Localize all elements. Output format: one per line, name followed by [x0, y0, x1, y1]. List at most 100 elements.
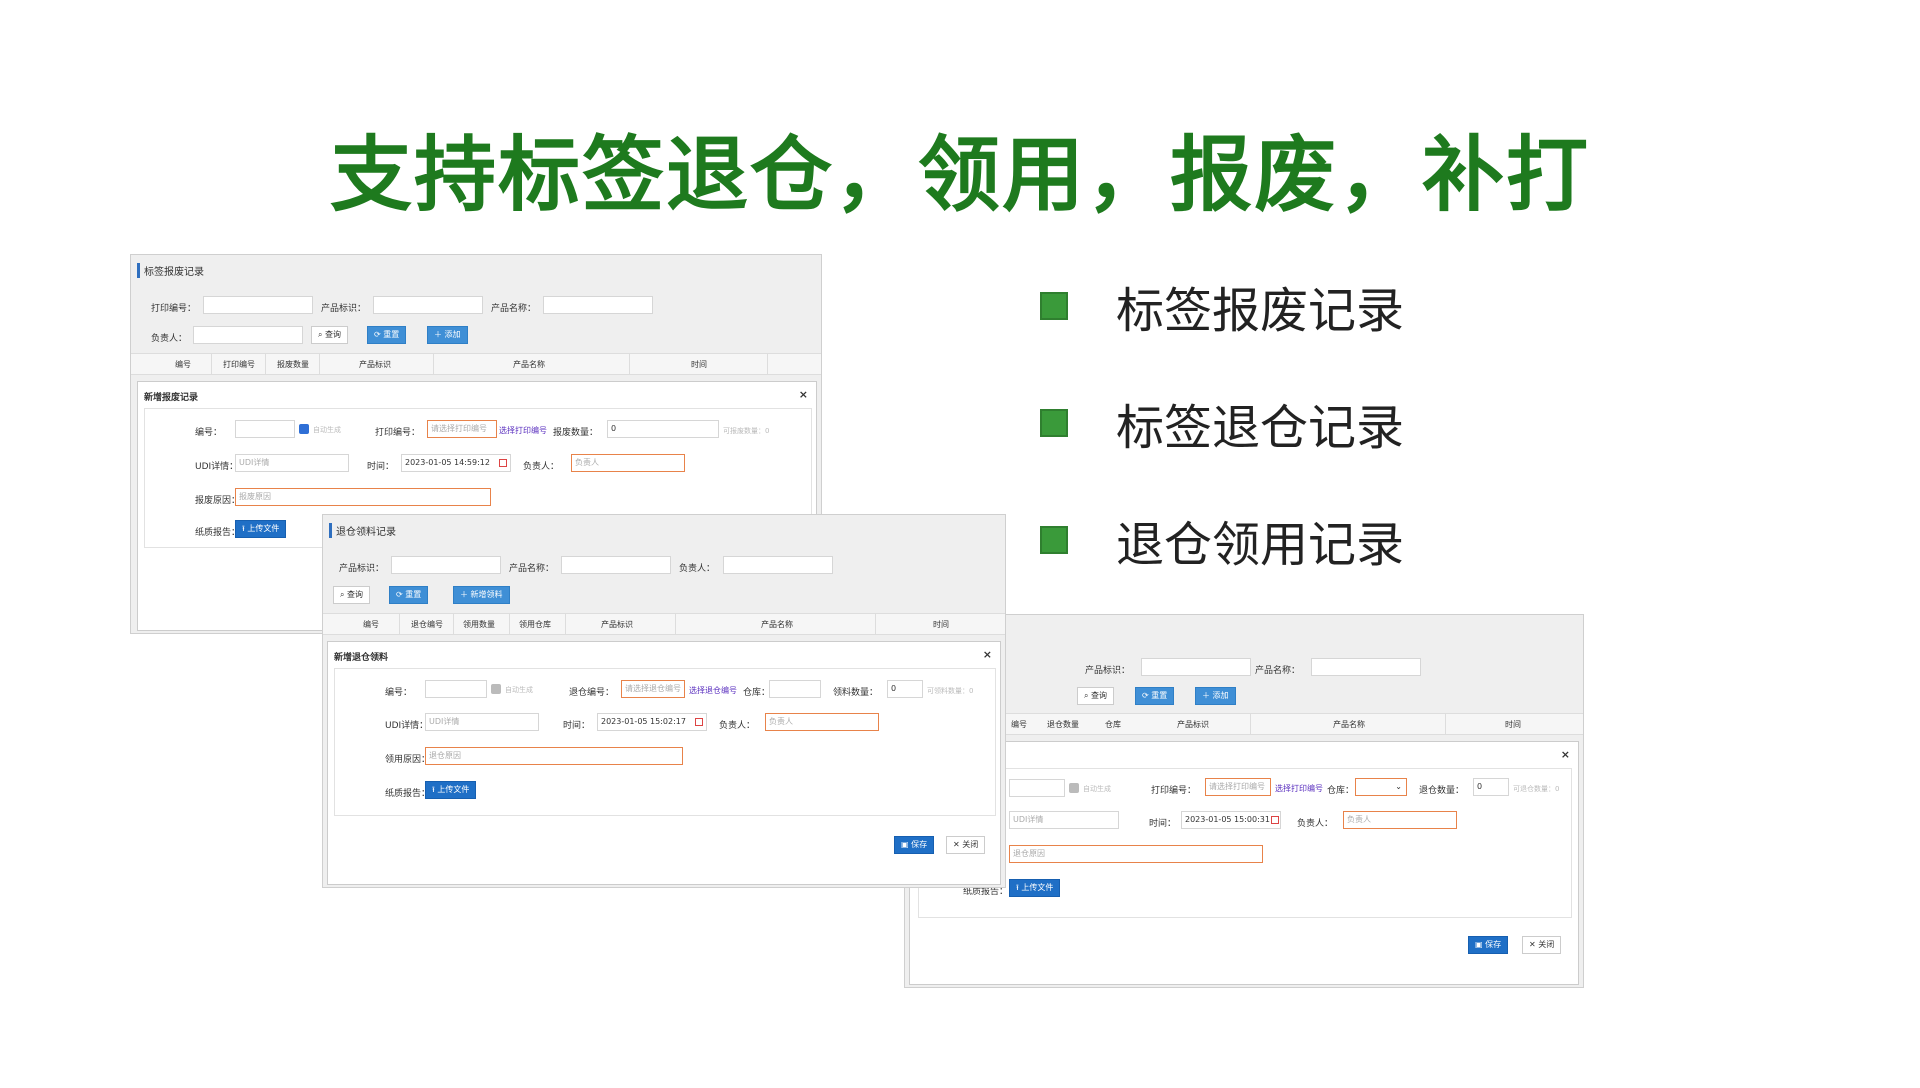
col-header: 时间	[1505, 720, 1521, 729]
close-icon[interactable]: ×	[1561, 748, 1570, 761]
slide-title: 支持标签退仓，领用，报废，补打	[329, 128, 1590, 223]
print-no-input[interactable]	[203, 296, 313, 314]
col-header: 打印编号	[223, 360, 255, 369]
product-id-input[interactable]	[1141, 658, 1251, 676]
col-header: 产品名称	[1333, 720, 1365, 729]
product-name-input[interactable]	[561, 556, 671, 574]
reset-button[interactable]: ⟳ 重置	[1135, 687, 1175, 705]
no-input	[235, 420, 295, 438]
bullet-scrap-records: 标签报废记录	[1040, 276, 1404, 339]
product-id-input[interactable]	[391, 556, 501, 574]
auto-label: 自动生成	[505, 686, 533, 694]
product-id-label: 产品标识：	[321, 304, 367, 314]
warehouse-select[interactable]: ⌄	[1355, 778, 1407, 796]
bullet-text: 标签退仓记录	[1116, 400, 1405, 456]
warehouse-label: 仓库：	[743, 688, 771, 698]
udi-label: UDI详情：	[385, 721, 429, 731]
owner-input[interactable]	[723, 556, 833, 574]
owner-label: 负责人：	[679, 564, 716, 574]
product-id-input[interactable]	[373, 296, 483, 314]
product-name-label: 产品名称：	[491, 304, 537, 314]
close-button[interactable]: ✕ 关闭	[1522, 936, 1562, 954]
upload-button[interactable]: ⭱ 上传文件	[1009, 879, 1061, 897]
reason-label: 领用原因：	[385, 755, 431, 765]
print-no-input[interactable]: 请选择打印编号	[1205, 778, 1271, 796]
add-return-use-button[interactable]: ＋ 新增领料	[453, 586, 510, 604]
modal-title: 新增报废记录	[144, 393, 199, 403]
warehouse-input[interactable]	[769, 680, 821, 698]
return-no-label: 退仓编号：	[569, 688, 615, 698]
query-button[interactable]: ⌕ 查询	[333, 586, 371, 604]
time-input[interactable]: 2023-01-05 15:00:31	[1181, 811, 1281, 829]
print-label: 打印编号：	[1151, 786, 1197, 796]
add-button[interactable]: ＋ 添加	[427, 326, 468, 344]
print-no-input[interactable]: 请选择打印编号	[427, 420, 497, 438]
reason-input[interactable]: 退仓原因	[1009, 845, 1263, 863]
close-icon[interactable]: ×	[799, 388, 808, 401]
col-header: 领用仓库	[519, 620, 551, 629]
col-header: 时间	[933, 620, 949, 629]
close-button[interactable]: ✕ 关闭	[946, 836, 986, 854]
auto-checkbox[interactable]	[299, 424, 309, 434]
bullet-return-use-records: 退仓领用记录	[1040, 510, 1404, 573]
owner-label: 负责人：	[523, 462, 560, 472]
query-button[interactable]: ⌕ 查询	[1077, 687, 1115, 705]
upload-button[interactable]: ⭱ 上传文件	[235, 520, 287, 538]
panel-header: 标签报废记录	[137, 263, 204, 278]
warehouse-label: 仓库：	[1327, 786, 1355, 796]
col-header: 仓库	[1105, 720, 1121, 729]
col-header: 产品名称	[513, 360, 545, 369]
qty-hint: 可领料数量：0	[927, 687, 974, 695]
qty-input[interactable]: 0	[1473, 778, 1509, 796]
close-icon[interactable]: ×	[983, 648, 992, 661]
table-header: 编号 退仓编号 领用数量 领用仓库 产品标识 产品名称 时间	[323, 613, 1005, 635]
reason-input[interactable]: 报废原因	[235, 488, 491, 506]
col-header: 产品标识	[359, 360, 391, 369]
time-input[interactable]: 2023-01-05 14:59:12	[401, 454, 511, 472]
time-input[interactable]: 2023-01-05 15:02:17	[597, 713, 707, 731]
select-print-link[interactable]: 选择打印编号	[499, 425, 547, 436]
col-header: 编号	[175, 360, 191, 369]
reason-input[interactable]: 退仓原因	[425, 747, 683, 765]
auto-checkbox[interactable]	[1069, 783, 1079, 793]
no-input	[1009, 779, 1065, 797]
add-button[interactable]: ＋ 添加	[1195, 687, 1236, 705]
select-return-link[interactable]: 选择退仓编号	[689, 685, 737, 696]
product-name-input[interactable]	[543, 296, 653, 314]
qty-input[interactable]: 0	[887, 680, 923, 698]
select-print-link[interactable]: 选择打印编号	[1275, 783, 1323, 794]
reset-button[interactable]: ⟳ 重置	[389, 586, 429, 604]
owner-field[interactable]: 负责人	[571, 454, 685, 472]
save-button[interactable]: ▣ 保存	[1468, 936, 1509, 954]
calendar-icon[interactable]	[695, 718, 703, 726]
product-id-label: 产品标识：	[339, 564, 385, 574]
time-label: 时间：	[367, 462, 395, 472]
udi-input[interactable]: UDI详情	[425, 713, 539, 731]
return-no-input[interactable]: 请选择退仓编号	[621, 680, 685, 698]
auto-label: 自动生成	[313, 426, 341, 434]
calendar-icon[interactable]	[499, 459, 507, 467]
calendar-icon[interactable]	[1271, 816, 1279, 824]
owner-label: 负责人：	[719, 721, 756, 731]
return-use-screenshot: 退仓领料记录 产品标识： 产品名称： 负责人： ⌕ 查询 ⟳ 重置 ＋ 新增领料…	[322, 514, 1006, 888]
owner-label: 负责人：	[151, 334, 188, 344]
reason-label: 报废原因：	[195, 496, 241, 506]
upload-button[interactable]: ⭱ 上传文件	[425, 781, 477, 799]
udi-input[interactable]: UDI详情	[235, 454, 349, 472]
qty-label: 退仓数量：	[1419, 786, 1465, 796]
owner-field[interactable]: 负责人	[1343, 811, 1457, 829]
owner-input[interactable]	[193, 326, 303, 344]
product-name-input[interactable]	[1311, 658, 1421, 676]
report-label: 纸质报告：	[195, 528, 241, 538]
bullet-text: 退仓领用记录	[1116, 517, 1405, 573]
owner-field[interactable]: 负责人	[765, 713, 879, 731]
col-header: 报废数量	[277, 360, 309, 369]
save-button[interactable]: ▣ 保存	[894, 836, 935, 854]
auto-label: 自动生成	[1083, 785, 1111, 793]
reset-button[interactable]: ⟳ 重置	[367, 326, 407, 344]
query-button[interactable]: ⌕ 查询	[311, 326, 349, 344]
udi-input[interactable]: UDI详情	[1009, 811, 1119, 829]
qty-input[interactable]: 0	[607, 420, 719, 438]
auto-checkbox[interactable]	[491, 684, 501, 694]
col-header: 编号	[1011, 720, 1027, 729]
